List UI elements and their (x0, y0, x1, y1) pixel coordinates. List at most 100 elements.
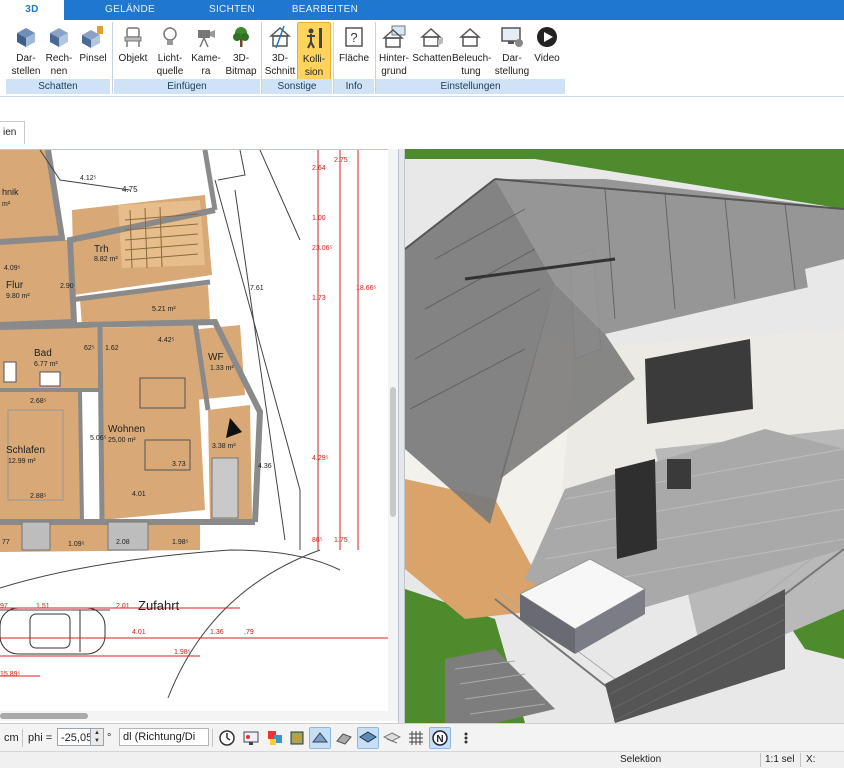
dim-label: 97 (0, 603, 8, 610)
person-wall-icon (307, 28, 322, 49)
pinsel-label: Pinsel (79, 53, 107, 64)
room-bad-label: Bad (34, 348, 52, 359)
objekt-button[interactable]: Objekt (116, 22, 150, 80)
clock-icon[interactable] (216, 727, 238, 749)
dim-label: 1.62 (105, 345, 119, 352)
chair-icon (124, 27, 142, 47)
camera-icon (198, 30, 215, 48)
paint-cube-icon (82, 26, 103, 48)
degree-label: ° (107, 732, 112, 744)
plan-vertical-scrollbar[interactable] (388, 149, 398, 721)
dim-label: 2.88⁵ (30, 493, 47, 500)
texture-icon[interactable] (333, 727, 355, 749)
flaeche-button[interactable]: ? Fläche (336, 22, 372, 80)
play-icon (537, 27, 557, 47)
dim-label: 18.66⁵ (356, 285, 377, 292)
dl-dropdown-value: dl (Richtung/Di (123, 731, 196, 743)
room-technik-area: m² (2, 201, 11, 208)
group-sonstige: Sonstige (262, 79, 332, 94)
phi-label: phi = (28, 732, 53, 744)
dim-label: 4.01 (132, 629, 146, 636)
tab-gelaende[interactable]: GELÄNDE (100, 0, 160, 20)
document-tab-bar: ien (0, 97, 844, 149)
group-info: Info (334, 79, 374, 94)
monitor-icon[interactable] (240, 727, 262, 749)
flaeche-label: Fläche (338, 53, 369, 64)
dim-label: 2.08 (116, 539, 130, 546)
video-button[interactable]: Video (531, 22, 563, 80)
material-icon[interactable] (286, 727, 308, 749)
toolbar-divider (212, 729, 213, 747)
ribbon-tab-strip: 3D GELÄNDE SICHTEN BEARBEITEN (0, 0, 844, 20)
dim-label: 1.00 (312, 215, 326, 222)
dim-label: 2.01 (116, 603, 130, 610)
ribbon: Dar- stellen Rech- nen Pinsel Schatten O… (0, 20, 844, 97)
document-tab[interactable]: ien (0, 121, 26, 144)
plan-horizontal-scrollbar[interactable] (0, 711, 388, 721)
group-schatten: Schatten (6, 79, 110, 94)
lichtquelle-button[interactable]: Licht- quelle (152, 22, 188, 80)
dim-label: 3.73 (172, 461, 186, 468)
darstellung-button[interactable]: Dar- stellung (494, 22, 530, 80)
schatten-settings-button[interactable]: Schatten (412, 22, 452, 80)
kollision-button[interactable]: Kolli- sion (297, 22, 331, 82)
dim-label: 4.42⁵ (158, 337, 175, 344)
kamera-label: Kame- ra (191, 53, 221, 77)
dim-label: 2.64 (312, 165, 326, 172)
group-einfuegen: Einfügen (114, 79, 260, 94)
dim-label: 86⁵ (312, 537, 323, 544)
darstellen-button[interactable]: Dar- stellen (8, 22, 44, 80)
hintergrund-button[interactable]: Hinter- grund (377, 22, 411, 80)
tab-3d[interactable]: 3D (0, 0, 64, 20)
beleuchtung-button[interactable]: Beleuch- tung (452, 22, 492, 80)
plan-vertical-scroll-thumb[interactable] (390, 387, 396, 517)
phi-stepper[interactable]: ▲ ▼ (90, 728, 104, 746)
dim-label: 1.36 (210, 629, 224, 636)
kamera-button[interactable]: Kame- ra (190, 22, 222, 80)
room-technik-label: hnik (2, 187, 19, 197)
layers-icon[interactable] (357, 727, 379, 749)
tab-sichten[interactable]: SICHTEN (200, 0, 264, 20)
room-bad-area: 6.77 m² (34, 361, 58, 368)
bitmap-button[interactable]: 3D- Bitmap (224, 22, 258, 80)
room-treppe-area: 8.82 m² (94, 256, 118, 263)
dim-label: 1.98⁵ (174, 649, 191, 656)
palette-icon[interactable] (264, 727, 286, 749)
lichtquelle-label: Licht- quelle (156, 53, 184, 77)
3d-house-render (405, 149, 844, 723)
floor-plan-view[interactable]: hnik m² Flur 9.80 m² Trh 8.82 m² 5.21 m²… (0, 149, 398, 722)
hintergrund-label: Hinter- grund (378, 53, 409, 77)
pinsel-button[interactable]: Pinsel (76, 22, 110, 80)
status-divider (800, 753, 801, 767)
dim-label: 23.06⁵ (312, 245, 333, 252)
roof-icon[interactable] (309, 727, 331, 749)
darstellung-label: Dar- stellung (494, 53, 530, 77)
rechnen-button[interactable]: Rech- nen (44, 22, 74, 80)
toolbar-divider (22, 729, 23, 747)
group-divider (112, 22, 113, 94)
tab-bearbeiten[interactable]: BEARBEITEN (290, 0, 360, 20)
schnitt-button[interactable]: 3D- Schnitt (264, 22, 296, 80)
darstellen-label: Dar- stellen (11, 53, 41, 77)
shadow-house-icon (420, 27, 443, 47)
dim-label: 1.51 (36, 603, 50, 610)
area-info-icon: ? (345, 27, 363, 47)
dim-label: 2.68⁵ (30, 398, 47, 405)
room-wohnen-area: 25,00 m² (108, 437, 136, 444)
grid-icon[interactable] (405, 727, 427, 749)
group-einstellungen: Einstellungen (376, 79, 565, 94)
light-bulb-icon (163, 27, 177, 45)
bottom-toolbar: cm phi = -25,05 ▲ ▼ ° dl (Richtung/Di N (0, 723, 844, 752)
hatch-icon[interactable] (381, 727, 403, 749)
phi-input[interactable]: -25,05 (57, 728, 92, 746)
north-icon[interactable]: N (429, 727, 451, 749)
more-icon[interactable] (455, 727, 477, 749)
dl-dropdown[interactable]: dl (Richtung/Di (119, 728, 209, 746)
plan-horizontal-scroll-thumb[interactable] (0, 713, 88, 719)
light-house-icon (459, 27, 481, 47)
background-house-icon (382, 25, 406, 48)
beleuchtung-label: Beleuch- tung (452, 53, 492, 77)
view-splitter[interactable] (398, 149, 405, 723)
dim-label: ,79 (244, 629, 254, 636)
3d-view[interactable] (405, 149, 844, 723)
